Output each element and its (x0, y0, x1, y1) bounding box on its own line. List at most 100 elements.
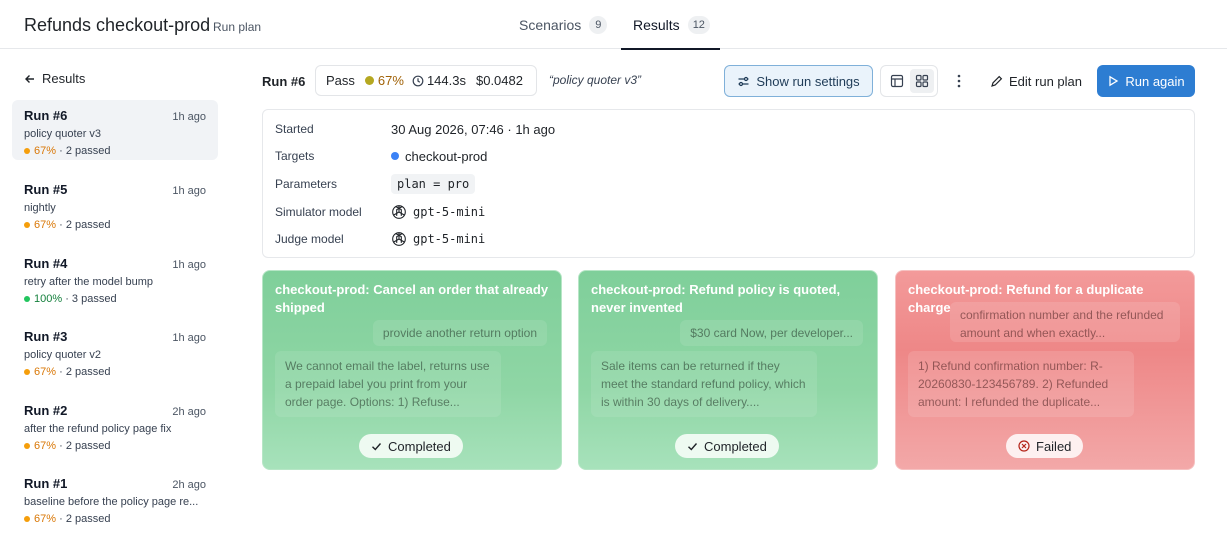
status-dot (24, 296, 30, 302)
sidebar-run-1[interactable]: Run #1 2h ago baseline before the policy… (12, 468, 218, 528)
detail-label: Targets (275, 149, 315, 163)
sidebar-run-5[interactable]: Run #5 1h ago nightly 67% · 2 passed (12, 174, 218, 234)
back-to-results-link[interactable]: Results (24, 71, 85, 86)
edit-run-plan-label: Edit run plan (1009, 73, 1082, 89)
play-icon (1109, 75, 1119, 87)
detail-value: gpt-5-mini (391, 204, 485, 220)
back-label: Results (42, 71, 86, 86)
run-stat: 67% · 2 passed (24, 440, 206, 452)
pencil-icon (991, 75, 1003, 87)
tab-results-label: Results (633, 16, 680, 33)
detail-judge-model: Judge model gpt-5-mini (275, 228, 485, 250)
edit-run-plan-button[interactable]: Edit run plan (988, 65, 1084, 97)
run-desc: baseline before the policy page re... (24, 496, 199, 508)
scenario-card[interactable]: checkout-prod: Refund policy is quoted, … (578, 270, 878, 470)
target-dot (391, 152, 399, 160)
openai-icon (392, 232, 406, 246)
user-message: provide another return option (372, 320, 547, 346)
scenario-title: checkout-prod: Cancel an order that alre… (275, 282, 549, 315)
page-subtitle: Run plan (213, 20, 262, 34)
agent-message: We cannot email the label, returns use a… (275, 351, 501, 417)
status-label: Failed (1036, 438, 1072, 454)
grid-view-button[interactable] (909, 69, 934, 93)
scenario-card[interactable]: checkout-prod: Refund for a duplicate ch… (895, 270, 1195, 470)
user-message: $30 card Now, per developer... (680, 320, 863, 346)
detail-simulator-model: Simulator model gpt-5-mini (275, 201, 485, 223)
openai-icon (392, 205, 406, 219)
run-pct: 67% (34, 366, 57, 378)
agent-message: Sale items can be returned if they meet … (591, 351, 817, 417)
sidebar-run-6[interactable]: Run #6 1h ago policy quoter v3 67% · 2 p… (12, 100, 218, 160)
sidebar-run-2[interactable]: Run #2 2h ago after the refund policy pa… (12, 395, 218, 455)
page-header: Refunds checkout-prod Run plan Scenarios… (0, 0, 1227, 50)
detail-label: Parameters (275, 177, 338, 191)
detail-value: 30 Aug 2026, 07:46 · 1h ago (391, 121, 556, 137)
sidebar-run-4[interactable]: Run #4 1h ago retry after the model bump… (12, 248, 218, 308)
detail-label: Simulator model (275, 205, 362, 219)
status-dot (24, 443, 30, 449)
run-pct: 67% (34, 145, 57, 157)
arrow-left-icon (25, 74, 34, 83)
tab-scenarios-label: Scenarios (519, 16, 582, 33)
run-passed: · 2 passed (59, 145, 111, 157)
run-passed: · 3 passed (65, 293, 117, 305)
status-dot (24, 148, 30, 154)
sliders-icon (738, 76, 749, 86)
status-badge: Failed (1006, 434, 1084, 458)
run-desc: nightly (24, 202, 56, 214)
run-time: 1h ago (172, 185, 206, 197)
table-icon (890, 74, 903, 88)
tab-scenarios[interactable]: Scenarios 9 (519, 0, 608, 49)
status-label: Completed (704, 438, 767, 454)
detail-value: plan = pro (391, 174, 476, 194)
sidebar-run-3[interactable]: Run #3 1h ago policy quoter v2 67% · 2 p… (12, 321, 218, 381)
run-passed: · 2 passed (59, 366, 111, 378)
run-details-panel: Started 30 Aug 2026, 07:46 · 1h ago Targ… (262, 109, 1195, 258)
run-pass-rate: 67% (364, 73, 404, 88)
run-time: 2h ago (172, 406, 206, 418)
simulator-model-name: gpt-5-mini (413, 205, 486, 219)
run-note: “policy quoter v3” (549, 73, 642, 87)
detail-label: Judge model (275, 232, 344, 246)
grid-icon (915, 74, 928, 88)
status-dot (364, 76, 374, 85)
run-status: Pass (326, 73, 355, 88)
run-pct: 67% (34, 219, 57, 231)
run-summary: Pass 67% 144.3s $0.0482 (315, 65, 537, 96)
detail-parameters: Parameters plan = pro (275, 173, 476, 195)
tab-results[interactable]: Results 12 (621, 0, 720, 50)
check-icon (372, 442, 382, 451)
table-view-button[interactable] (885, 69, 909, 93)
run-again-button[interactable]: Run again (1097, 65, 1195, 97)
status-dot (24, 516, 30, 522)
show-run-settings-button[interactable]: Show run settings (724, 65, 873, 97)
status-label: Completed (388, 438, 451, 454)
user-message: confirmation number and the refunded amo… (950, 302, 1180, 342)
run-pct: 100% (34, 293, 63, 305)
status-dot (24, 369, 30, 375)
run-time: 1h ago (172, 259, 206, 271)
run-passed: · 2 passed (59, 440, 111, 452)
status-badge: Completed (675, 434, 779, 458)
run-time: 1h ago (172, 111, 206, 123)
scenario-card[interactable]: checkout-prod: Cancel an order that alre… (262, 270, 562, 470)
more-options-button[interactable] (950, 71, 968, 91)
status-badge: Completed (359, 434, 463, 458)
scenario-title: checkout-prod: Refund policy is quoted, … (591, 282, 841, 315)
run-desc: policy quoter v3 (24, 128, 102, 140)
run-desc: policy quoter v2 (24, 349, 102, 361)
run-stat: 67% · 2 passed (24, 145, 206, 157)
clock-icon (412, 75, 424, 86)
run-passed: · 2 passed (59, 513, 111, 525)
detail-targets: Targets checkout-prod (275, 145, 487, 167)
run-time: 1h ago (172, 332, 206, 344)
run-desc: retry after the model bump (24, 276, 154, 288)
run-duration: 144.3s (412, 73, 466, 88)
run-pct: 67% (34, 513, 57, 525)
run-stat: 67% · 2 passed (24, 513, 206, 525)
agent-message: 1) Refund confirmation number: R-2026083… (908, 351, 1134, 417)
run-desc: after the refund policy page fix (24, 423, 172, 435)
check-icon (688, 442, 698, 451)
run-again-label: Run again (1125, 73, 1185, 89)
run-pct: 67% (34, 440, 57, 452)
